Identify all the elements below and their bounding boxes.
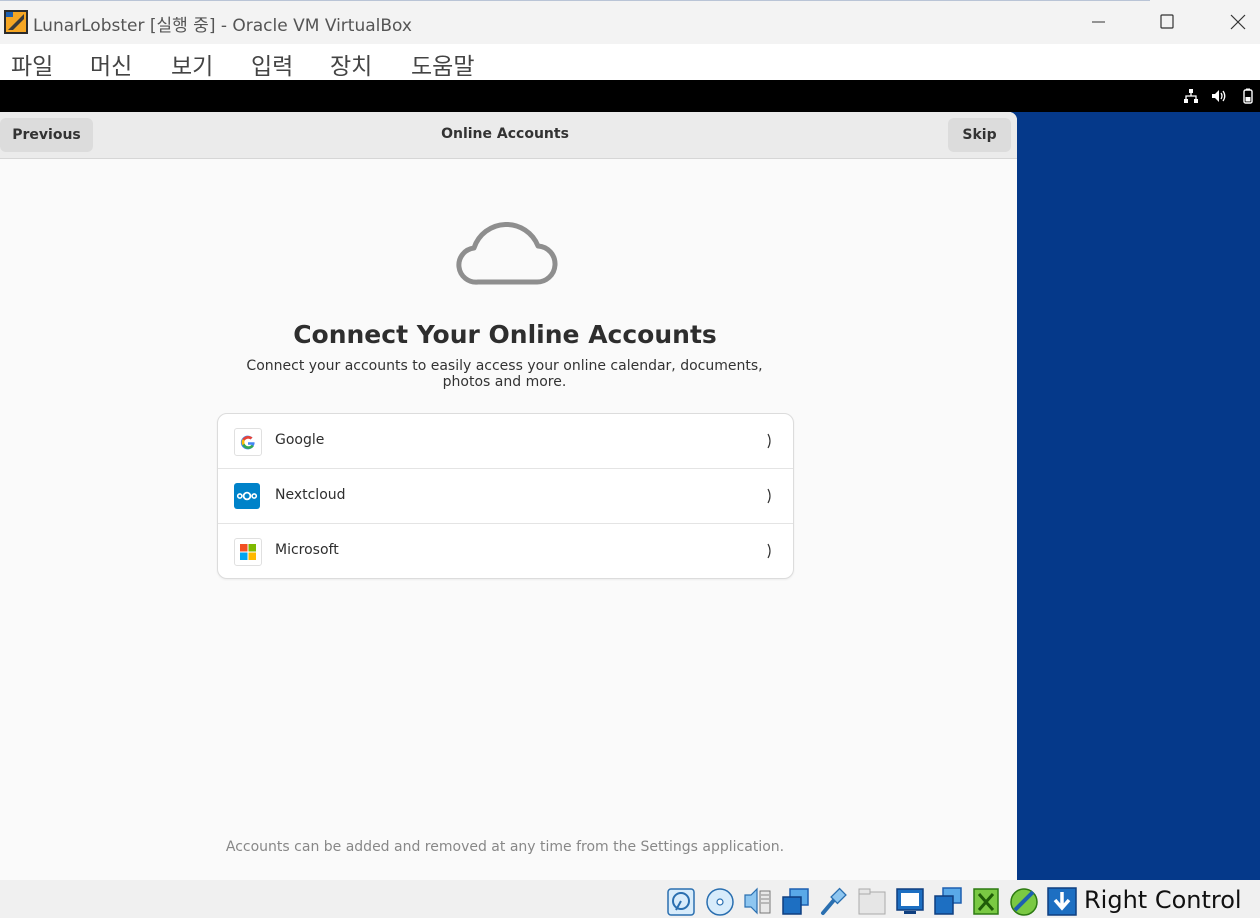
guest-additions-icon[interactable] [1009, 886, 1039, 916]
usb-icon[interactable] [819, 886, 849, 916]
account-row-nextcloud[interactable]: Nextcloud [218, 468, 793, 523]
google-icon [234, 428, 262, 456]
account-label-microsoft: Microsoft [275, 542, 339, 558]
recording-icon[interactable] [933, 886, 963, 916]
minimize-icon[interactable] [1080, 8, 1116, 36]
menu-help[interactable]: 도움말 [411, 47, 474, 81]
shared-folders-icon[interactable] [857, 886, 887, 916]
battery-icon[interactable] [1240, 88, 1256, 104]
network-icon[interactable] [781, 886, 811, 916]
footer-note: Accounts can be added and removed at any… [225, 839, 785, 855]
dialog-header: Previous Online Accounts Skip [0, 112, 1017, 159]
dialog-title: Online Accounts [441, 126, 569, 142]
menu-machine[interactable]: 머신 [90, 47, 132, 81]
vm-status-bar: Right Control [0, 880, 1260, 918]
account-row-google[interactable]: Google [218, 414, 793, 468]
volume-icon[interactable] [1211, 88, 1227, 104]
accounts-list: Google Nextcloud Microsoft [217, 413, 794, 579]
host-key-arrow-icon[interactable] [1047, 886, 1077, 916]
account-row-microsoft[interactable]: Microsoft [218, 523, 793, 578]
window-titlebar: LunarLobster [실행 중] - Oracle VM VirtualB… [0, 0, 1260, 44]
virtualbox-app-icon [4, 10, 28, 34]
menu-bar: 파일 머신 보기 입력 장치 도움말 [0, 44, 1260, 80]
chevron-right-icon [767, 488, 771, 504]
skip-button[interactable]: Skip [948, 118, 1011, 152]
optical-disk-icon[interactable] [705, 886, 735, 916]
page-subtitle: Connect your accounts to easily access y… [246, 358, 763, 390]
chevron-right-icon [767, 433, 771, 449]
window-title: LunarLobster [실행 중] - Oracle VM VirtualB… [33, 16, 412, 36]
page-heading: Connect Your Online Accounts [293, 320, 717, 349]
menu-file[interactable]: 파일 [11, 47, 53, 81]
guest-display[interactable]: Previous Online Accounts Skip Connect Yo… [0, 80, 1260, 880]
cloud-icon [456, 221, 558, 285]
account-label-google: Google [275, 432, 325, 448]
microsoft-icon [234, 538, 262, 566]
menu-view[interactable]: 보기 [171, 47, 213, 81]
hard-disk-icon[interactable] [666, 886, 696, 916]
nextcloud-icon [234, 483, 260, 509]
audio-icon[interactable] [743, 886, 773, 916]
display-icon[interactable] [895, 886, 925, 916]
guest-top-panel [0, 80, 1260, 112]
menu-input[interactable]: 입력 [251, 47, 293, 81]
close-icon[interactable] [1220, 8, 1256, 36]
titlebar-divider [0, 0, 1150, 1]
mouse-integration-icon[interactable] [971, 886, 1001, 916]
host-key-label: Right Control [1084, 886, 1242, 914]
menu-devices[interactable]: 장치 [330, 47, 372, 81]
online-accounts-dialog: Previous Online Accounts Skip Connect Yo… [0, 112, 1017, 880]
network-icon[interactable] [1183, 88, 1199, 104]
chevron-right-icon [767, 543, 771, 559]
account-label-nextcloud: Nextcloud [275, 487, 346, 503]
maximize-icon[interactable] [1149, 8, 1185, 36]
